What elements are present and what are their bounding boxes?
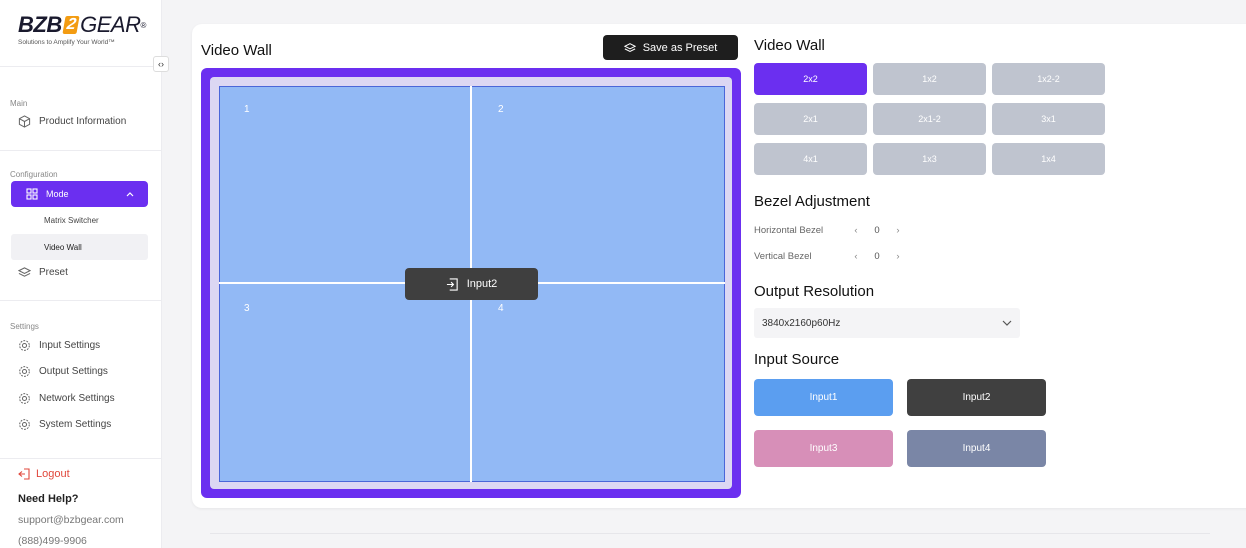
help-email[interactable]: support@bzbgear.com (18, 514, 124, 526)
logo-trademark: ® (140, 20, 146, 30)
sidebar-item-label: Input Settings (39, 340, 101, 351)
layout-button-1x2-2[interactable]: 1x2-2 (992, 63, 1105, 95)
sidebar-item-label: System Settings (39, 419, 112, 430)
chevron-right-icon[interactable]: › (888, 251, 908, 262)
settings-gear-icon (18, 365, 31, 378)
chevron-up-icon (126, 189, 134, 199)
vertical-bezel-label: Vertical Bezel (754, 251, 812, 262)
vertical-bezel-value: 0 (874, 251, 880, 262)
layout-button-4x1[interactable]: 4x1 (754, 143, 867, 175)
save-as-preset-label: Save as Preset (642, 41, 718, 54)
sidebar-subitem-video-wall[interactable]: Video Wall (44, 243, 82, 252)
divider (0, 458, 162, 459)
logout-icon (18, 468, 30, 480)
wall-cell-number: 2 (498, 104, 504, 115)
output-resolution-select[interactable]: 3840x2160p60Hz (754, 308, 1020, 338)
sidebar-item-input-settings[interactable]: Input Settings (18, 339, 100, 352)
layout-button-2x1-2[interactable]: 2x1-2 (873, 103, 986, 135)
sidebar-item-network-settings[interactable]: Network Settings (18, 392, 115, 405)
input-source-icon (446, 277, 459, 291)
divider (0, 66, 162, 67)
sidebar: BZB 2 GEAR ® Solutions to Amplify Your W… (0, 0, 162, 548)
logout-button[interactable]: Logout (18, 468, 70, 480)
layers-icon (18, 266, 31, 279)
wall-cell-number: 1 (244, 104, 250, 115)
resolution-section-title: Output Resolution (754, 283, 875, 300)
sidebar-item-label: Product Information (39, 116, 127, 127)
input-source-button-2[interactable]: Input2 (907, 379, 1046, 416)
divider (0, 300, 162, 301)
bzbgear-logo[interactable]: BZB 2 GEAR ® Solutions to Amplify Your W… (18, 12, 148, 46)
divider (0, 150, 162, 151)
sidebar-item-label: Network Settings (39, 393, 115, 404)
settings-gear-icon (18, 392, 31, 405)
sidebar-item-system-settings[interactable]: System Settings (18, 418, 111, 431)
sidebar-item-label: Mode (46, 189, 69, 199)
page-title: Video Wall (201, 42, 272, 59)
help-title: Need Help? (18, 493, 79, 505)
logo-part3: GEAR (80, 12, 141, 37)
logo-tagline: Solutions to Amplify Your World™ (18, 39, 115, 46)
help-phone: (888)499-9906 (18, 535, 87, 547)
layers-icon (623, 42, 636, 54)
sidebar-subitem-matrix-switcher[interactable]: Matrix Switcher (44, 216, 99, 225)
sidebar-item-preset[interactable]: Preset (18, 266, 68, 279)
assigned-source-tag[interactable]: Input2 (405, 268, 538, 300)
layout-button-1x2[interactable]: 1x2 (873, 63, 986, 95)
sidebar-item-label: Preset (39, 267, 68, 278)
assigned-source-label: Input2 (466, 278, 498, 290)
layout-button-1x3[interactable]: 1x3 (873, 143, 986, 175)
wall-cell-number: 4 (498, 303, 504, 314)
input-source-section-title: Input Source (754, 351, 840, 368)
horizontal-bezel-label: Horizontal Bezel (754, 225, 824, 236)
input-source-button-4[interactable]: Input4 (907, 430, 1046, 467)
layout-button-2x1[interactable]: 2x1 (754, 103, 867, 135)
save-as-preset-button[interactable]: Save as Preset (603, 35, 738, 60)
chevron-left-icon[interactable]: ‹ (846, 251, 866, 262)
settings-gear-icon (18, 339, 31, 352)
section-configuration-label: Configuration (10, 170, 58, 179)
sidebar-item-product-information[interactable]: Product Information (18, 115, 126, 128)
sidebar-item-label: Output Settings (39, 366, 108, 377)
footer-divider (210, 533, 1210, 534)
layout-button-2x2[interactable]: 2x2 (754, 63, 867, 95)
logo-part1: BZB (18, 12, 62, 37)
cube-icon (18, 115, 31, 128)
input-source-button-3[interactable]: Input3 (754, 430, 893, 467)
chevron-right-icon[interactable]: › (888, 225, 908, 236)
section-main-label: Main (10, 99, 28, 108)
sidebar-collapse-toggle[interactable]: ‹› (153, 56, 169, 72)
input-source-button-1[interactable]: Input1 (754, 379, 893, 416)
settings-gear-icon (18, 418, 31, 431)
layout-button-3x1[interactable]: 3x1 (992, 103, 1105, 135)
chevron-left-icon[interactable]: ‹ (846, 225, 866, 236)
grid-icon (26, 188, 38, 200)
chevron-down-icon (1002, 320, 1012, 326)
bezel-section-title: Bezel Adjustment (754, 193, 870, 210)
wall-cell-number: 3 (244, 303, 250, 314)
layout-section-title: Video Wall (754, 37, 825, 54)
section-settings-label: Settings (10, 322, 39, 331)
layout-button-1x4[interactable]: 1x4 (992, 143, 1105, 175)
logo-wordmark: BZB 2 GEAR ® (18, 12, 148, 38)
logo-part2: 2 (62, 16, 80, 34)
horizontal-bezel-value: 0 (874, 225, 880, 236)
vertical-bezel-row: Vertical Bezel ‹ 0 › (754, 251, 908, 262)
logout-label: Logout (36, 468, 70, 480)
output-resolution-value: 3840x2160p60Hz (762, 317, 841, 329)
horizontal-bezel-row: Horizontal Bezel ‹ 0 › (754, 225, 908, 236)
sidebar-item-output-settings[interactable]: Output Settings (18, 365, 108, 378)
sidebar-item-mode[interactable]: Mode (11, 181, 148, 207)
